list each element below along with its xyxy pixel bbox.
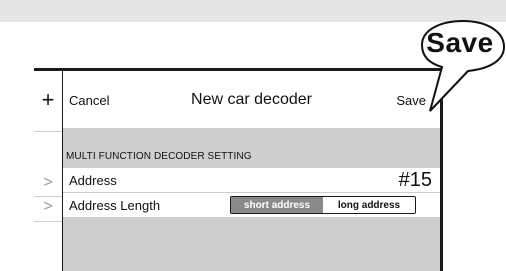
left-column: + > > [34,68,63,271]
save-callout: Save [408,17,506,117]
left-divider [34,131,62,132]
address-row[interactable]: Address #15 [63,168,440,193]
address-value: #15 [398,169,432,191]
section-header-label: MULTI FUNCTION DECODER SETTING [66,151,252,162]
left-divider [34,196,62,197]
bottom-section [63,218,440,271]
page-title: New car decoder [191,91,312,108]
long-address-option[interactable]: long address [323,197,415,213]
decoder-screen: Cancel New car decoder Save MULTI FUNCTI… [63,68,443,271]
address-length-segmented-control: short address long address [230,196,416,214]
left-divider [34,221,62,222]
callout-text: Save [426,27,494,58]
address-length-row: Address Length short address long addres… [63,193,440,218]
address-label: Address [69,173,117,188]
section-header: MULTI FUNCTION DECODER SETTING [63,128,440,168]
short-address-option[interactable]: short address [231,197,323,213]
address-length-label: Address Length [69,198,161,213]
add-icon[interactable]: + [34,89,62,111]
chevron-right-icon[interactable]: > [34,175,62,191]
chevron-right-icon[interactable]: > [34,199,62,215]
nav-bar: Cancel New car decoder Save [63,71,440,128]
